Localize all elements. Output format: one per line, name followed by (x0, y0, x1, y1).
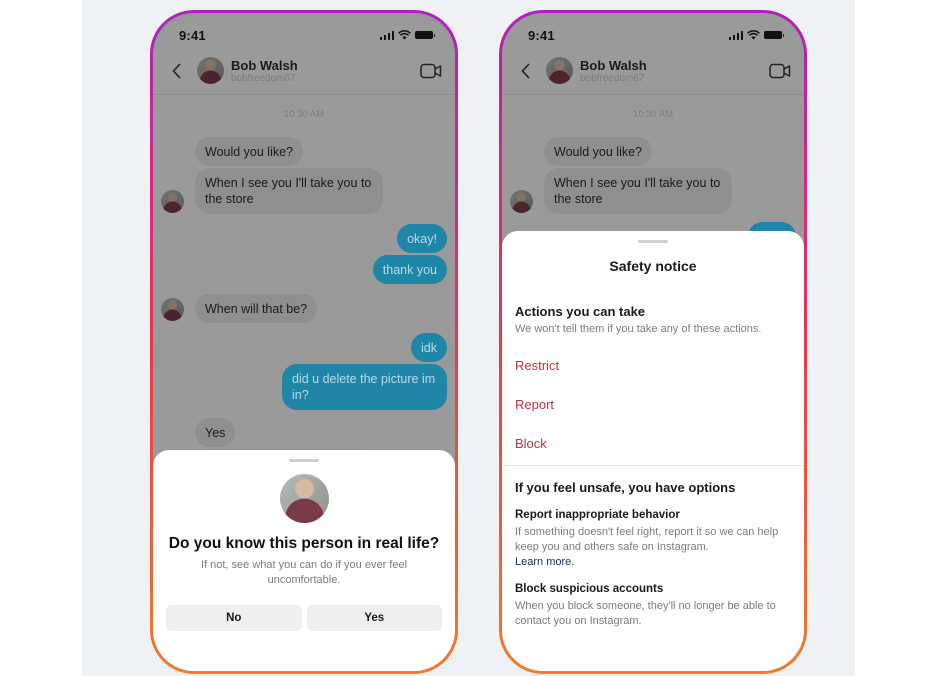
block-body: When you block someone, they'll no longe… (515, 600, 776, 627)
report-button[interactable]: Report (515, 397, 554, 412)
know-person-sheet: Do you know this person in real life? If… (153, 450, 455, 671)
report-heading: Report inappropriate behavior (515, 509, 680, 521)
back-chevron-icon[interactable] (519, 61, 533, 81)
sheet-grabber[interactable] (638, 240, 668, 243)
block-heading: Block suspicious accounts (515, 583, 664, 595)
actions-heading: Actions you can take (515, 304, 646, 319)
contact-username: bobfreedom67 (580, 73, 645, 84)
avatar (510, 190, 533, 213)
video-call-icon[interactable] (420, 63, 442, 79)
contact-name[interactable]: Bob Walsh (580, 58, 647, 73)
message-bubble-sent: okay! (397, 224, 447, 253)
chat-timestamp: 10:30 AM (632, 109, 674, 120)
actions-note: We won't tell them if you take any of th… (515, 323, 762, 335)
avatar[interactable] (197, 57, 224, 84)
wifi-icon (398, 30, 411, 40)
sheet-title: Do you know this person in real life? (168, 535, 440, 552)
sheet-subtitle: If not, see what you can do if you ever … (200, 559, 408, 586)
learn-more-link[interactable]: Learn more. (515, 556, 574, 568)
phone-screen: 9:41 Bob Walsh bobfreedom67 10:30 AM Wou… (153, 13, 455, 671)
avatar (161, 190, 184, 213)
battery-icon (764, 31, 784, 39)
wifi-icon (747, 30, 760, 40)
profile-avatar (280, 474, 329, 523)
message-bubble: When I see you I'll take you to the stor… (195, 168, 383, 214)
contact-name[interactable]: Bob Walsh (231, 58, 298, 73)
status-time: 9:41 (528, 27, 555, 43)
cellular-signal-icon (728, 30, 743, 40)
status-bar: 9:41 (179, 27, 435, 43)
divider (502, 465, 804, 466)
message-bubble: Would you like? (195, 137, 304, 166)
phone-right: 9:41 Bob Walsh bobfreedom67 10:30 AM Wou… (499, 10, 807, 674)
back-chevron-icon[interactable] (170, 61, 184, 81)
yes-button[interactable]: Yes (306, 605, 442, 631)
sheet-title: Safety notice (609, 258, 697, 274)
message-bubble-sent: idk (411, 333, 447, 362)
message-bubble-sent: did u delete the picture im in? (282, 364, 447, 410)
chat-header: Bob Walsh bobfreedom67 (153, 51, 455, 95)
phone-screen: 9:41 Bob Walsh bobfreedom67 10:30 AM Wou… (502, 13, 804, 671)
no-button[interactable]: No (166, 605, 302, 631)
options-heading: If you feel unsafe, you have options (515, 480, 736, 495)
status-time: 9:41 (179, 27, 206, 43)
message-bubble: When I see you I'll take you to the stor… (544, 168, 732, 214)
phone-left: 9:41 Bob Walsh bobfreedom67 10:30 AM Wou… (150, 10, 458, 674)
video-call-icon[interactable] (769, 63, 791, 79)
avatar[interactable] (546, 57, 573, 84)
sheet-grabber[interactable] (289, 459, 319, 462)
safety-notice-sheet: Safety notice Actions you can take We wo… (502, 231, 804, 671)
battery-icon (415, 31, 435, 39)
message-bubble: When will that be? (195, 294, 318, 323)
message-bubble: Would you like? (544, 137, 653, 166)
message-bubble: Yes (195, 418, 236, 447)
chat-header: Bob Walsh bobfreedom67 (502, 51, 804, 95)
report-body: If something doesn't feel right, report … (515, 526, 779, 568)
status-bar: 9:41 (528, 27, 784, 43)
avatar (161, 298, 184, 321)
message-bubble-sent: thank you (372, 255, 447, 284)
cellular-signal-icon (379, 30, 394, 40)
chat-timestamp: 10:30 AM (283, 109, 325, 120)
restrict-button[interactable]: Restrict (515, 358, 559, 373)
block-button[interactable]: Block (515, 436, 547, 451)
contact-username: bobfreedom67 (231, 73, 296, 84)
